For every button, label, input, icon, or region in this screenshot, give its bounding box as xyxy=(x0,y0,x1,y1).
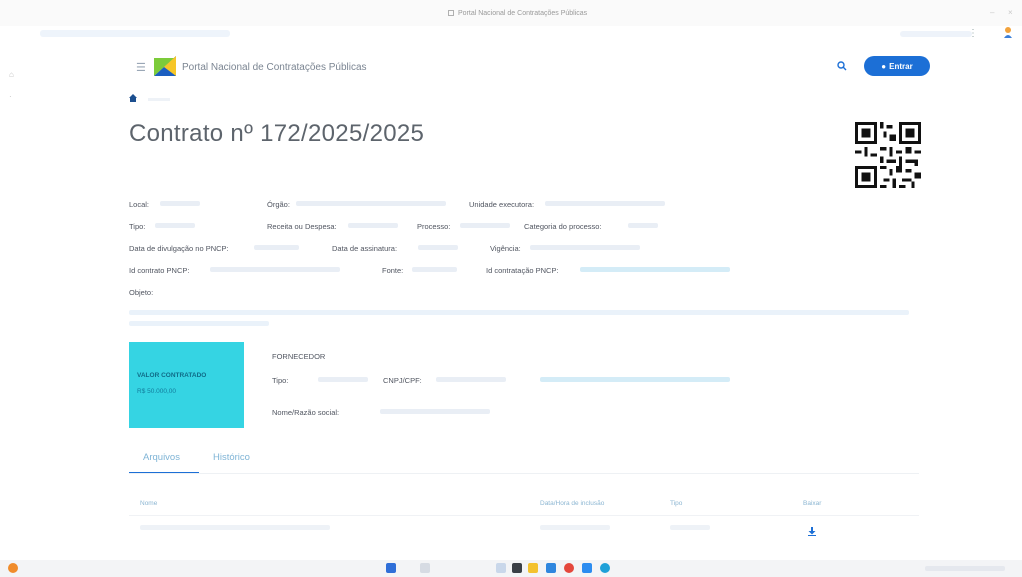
edge-icon[interactable] xyxy=(582,563,592,573)
home-icon[interactable] xyxy=(129,94,137,102)
processo-value xyxy=(460,223,510,228)
categoria-value xyxy=(628,223,658,228)
divulgacao-value xyxy=(254,245,299,250)
id-contrato-value xyxy=(210,267,340,272)
cnpj-value xyxy=(436,377,506,382)
tabs-divider xyxy=(129,473,919,474)
orgao-value xyxy=(296,201,446,206)
local-label: Local: xyxy=(129,200,150,209)
app-icon[interactable] xyxy=(600,563,610,573)
start-menu-icon[interactable] xyxy=(386,563,396,573)
objeto-text-line-2 xyxy=(129,321,269,326)
column-header-baixar: Baixar xyxy=(803,500,822,507)
id-contrato-label: Id contrato PNCP: xyxy=(129,266,190,275)
minimize-icon[interactable]: – xyxy=(990,8,1000,17)
terminal-icon[interactable] xyxy=(512,563,522,573)
taskbar-search-icon[interactable] xyxy=(420,563,430,573)
hamburger-menu-icon[interactable]: ☰ xyxy=(136,61,146,74)
fornecedor-tipo-label: Tipo: xyxy=(272,376,289,385)
favicon-icon xyxy=(448,10,454,16)
system-tray[interactable] xyxy=(925,566,1005,571)
file-type-cell xyxy=(670,525,710,530)
user-icon: ● xyxy=(881,61,887,71)
column-header-nome: Nome xyxy=(140,500,158,507)
weather-icon[interactable] xyxy=(8,563,18,573)
file-name-cell xyxy=(140,525,330,530)
download-icon[interactable] xyxy=(808,527,816,536)
pncp-logo[interactable] xyxy=(152,54,178,78)
nome-value xyxy=(380,409,490,414)
task-view-icon[interactable] xyxy=(496,563,506,573)
fonte-value xyxy=(412,267,457,272)
vigencia-label: Vigência: xyxy=(490,244,521,253)
id-contratacao-label: Id contratação PNCP: xyxy=(486,266,559,275)
file-date-cell xyxy=(540,525,610,530)
column-header-data: Data/Hora de inclusão xyxy=(540,500,605,507)
id-contratacao-link[interactable] xyxy=(580,267,730,272)
fornecedor-tipo-value xyxy=(318,377,368,382)
valor-contratado-card: VALOR CONTRATADO R$ 50.000,00 xyxy=(129,342,244,428)
column-header-tipo: Tipo xyxy=(670,500,683,507)
unidade-label: Unidade executora: xyxy=(469,200,535,209)
fornecedor-link[interactable] xyxy=(540,377,730,382)
table-header-divider xyxy=(129,515,919,516)
processo-label: Processo: xyxy=(417,222,451,231)
file-explorer-icon[interactable] xyxy=(528,563,538,573)
categoria-label: Categoria do processo: xyxy=(524,222,602,231)
browser-tab-bar: Portal Nacional de Contratações Públicas… xyxy=(0,0,1022,26)
close-icon[interactable]: × xyxy=(1008,8,1018,17)
assinatura-value xyxy=(418,245,458,250)
tab-historico[interactable]: Histórico xyxy=(213,452,250,463)
url-field[interactable] xyxy=(40,30,230,37)
search-icon[interactable] xyxy=(836,60,848,72)
login-button-label: Entrar xyxy=(889,61,913,71)
tipo-label: Tipo: xyxy=(129,222,146,231)
browser-menu-icon[interactable]: ⋮ xyxy=(968,28,978,39)
tab-arquivos[interactable]: Arquivos xyxy=(143,452,180,463)
orgao-label: Órgão: xyxy=(267,200,290,209)
login-button[interactable]: ● Entrar xyxy=(864,56,930,76)
browser-tab-title: Portal Nacional de Contratações Públicas xyxy=(458,10,588,17)
vigencia-value xyxy=(530,245,640,250)
valor-contratado-amount: R$ 50.000,00 xyxy=(137,388,177,395)
divulgacao-label: Data de divulgação no PNCP: xyxy=(129,244,229,253)
sidebar-home-icon[interactable]: ⌂ xyxy=(9,70,14,79)
chrome-icon[interactable] xyxy=(564,563,574,573)
cnpj-label: CNPJ/CPF: xyxy=(383,376,422,385)
profile-icon[interactable] xyxy=(1003,26,1013,38)
breadcrumb[interactable] xyxy=(148,98,170,101)
os-taskbar xyxy=(0,560,1022,577)
extensions-area[interactable] xyxy=(900,31,972,37)
local-value xyxy=(160,201,200,206)
objeto-label: Objeto: xyxy=(129,288,154,297)
unidade-value xyxy=(545,201,665,206)
tipo-value xyxy=(155,223,195,228)
page-title: Contrato nº 172/2025/2025 xyxy=(129,120,425,147)
store-icon[interactable] xyxy=(546,563,556,573)
qr-code xyxy=(855,122,921,188)
browser-tab[interactable]: Portal Nacional de Contratações Públicas xyxy=(448,10,587,17)
valor-contratado-label: VALOR CONTRATADO xyxy=(137,372,207,379)
nome-label: Nome/Razão social: xyxy=(272,408,340,417)
fornecedor-heading: FORNECEDOR xyxy=(272,352,326,361)
fonte-label: Fonte: xyxy=(382,266,404,275)
objeto-text-line-1 xyxy=(129,310,909,315)
sidebar-dot-icon[interactable]: · xyxy=(9,92,12,101)
receita-value xyxy=(348,223,398,228)
receita-label: Receita ou Despesa: xyxy=(267,222,337,231)
assinatura-label: Data de assinatura: xyxy=(332,244,398,253)
site-title[interactable]: Portal Nacional de Contratações Públicas xyxy=(182,62,367,73)
